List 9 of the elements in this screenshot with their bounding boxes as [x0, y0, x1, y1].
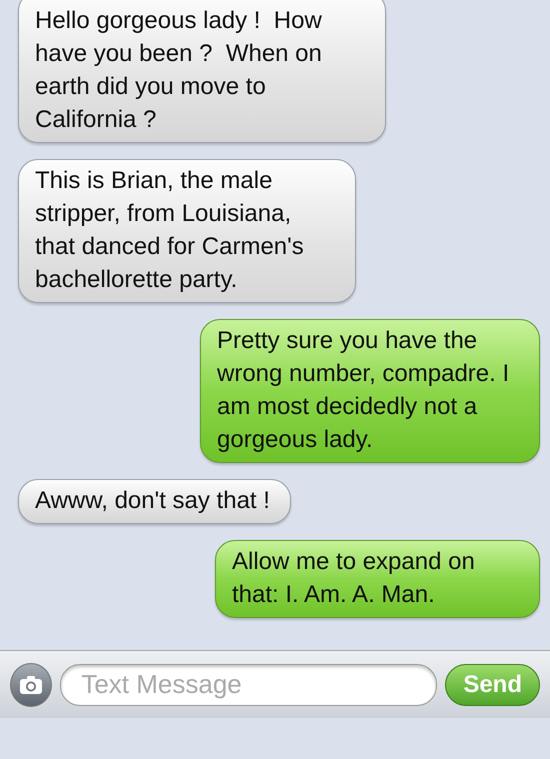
camera-button[interactable] — [10, 662, 52, 706]
send-button[interactable]: Send — [445, 664, 540, 706]
message-field[interactable]: Text Message — [60, 664, 438, 706]
message-bubble: Awww, don't say that ! — [18, 479, 291, 524]
camera-icon — [19, 674, 44, 694]
message-bubble: Pretty sure you have the wrong number, compadre. I am most decidedly not a gorgeous lady. — [200, 319, 540, 463]
message-bubble: Hello gorgeous lady ! How have you been ? When on earth did you move to California ? — [18, 0, 386, 143]
message-bubble: This is Brian, the male stripper, from Louisiana, that danced for Carmen's bachellorette party. — [18, 159, 356, 303]
message-bubble: Allow me to expand on that: I. Am. A. Man. — [215, 540, 540, 618]
